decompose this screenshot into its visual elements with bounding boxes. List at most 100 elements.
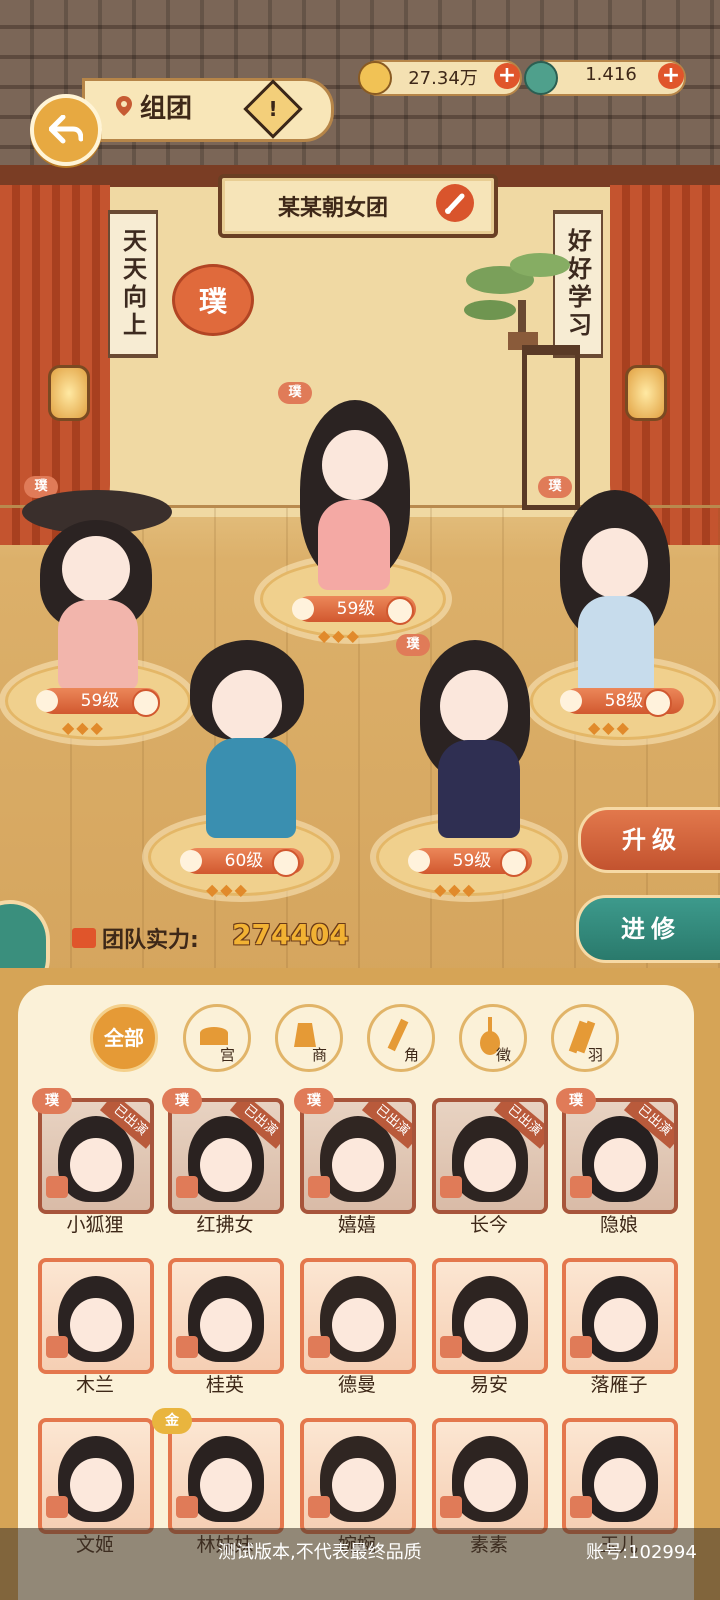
seal-tag: 璞 <box>556 1088 596 1114</box>
filter-all[interactable]: 全部 <box>90 1004 158 1072</box>
roster-card[interactable] <box>300 1258 416 1374</box>
roster-card[interactable] <box>300 1418 416 1534</box>
scroll-left-text: 天天向上 <box>118 228 148 340</box>
character-face <box>212 670 282 742</box>
roster-card[interactable] <box>38 1258 154 1374</box>
character-face <box>440 670 508 742</box>
filter-gong-label: 宫 <box>220 1046 236 1064</box>
roster-card[interactable]: 已出演 <box>38 1098 154 1214</box>
character-robe <box>318 500 390 590</box>
seal-tag: 璞 <box>32 1088 72 1114</box>
filter-yu-label: 羽 <box>588 1046 604 1064</box>
role-icon <box>46 1336 68 1358</box>
portrait-face <box>200 1458 252 1512</box>
roster-card[interactable]: 已出演 <box>432 1098 548 1214</box>
advance-button[interactable]: 进修 <box>576 895 720 963</box>
bell-icon <box>294 1023 316 1047</box>
pipa-icon <box>180 850 202 872</box>
drum-icon <box>200 1027 228 1045</box>
team-name: 某某朝女团 <box>278 196 389 221</box>
star-rating: ◆◆◆ <box>206 880 249 899</box>
role-icon <box>570 1336 592 1358</box>
portrait-face <box>70 1298 122 1352</box>
roster-card[interactable] <box>432 1418 548 1534</box>
role-icon <box>176 1496 198 1518</box>
character-face <box>62 536 130 602</box>
portrait-face <box>594 1458 646 1512</box>
roster-card-name: 长今 <box>469 1214 508 1236</box>
account-id: 账号:102994 <box>586 1542 697 1563</box>
gold-tag: 金 <box>152 1408 192 1434</box>
swap-button[interactable] <box>644 689 672 717</box>
role-icon <box>440 1176 462 1198</box>
star-rating: ◆◆◆ <box>434 880 477 899</box>
character-robe <box>206 738 296 838</box>
roster-card-name: 小狐狸 <box>66 1214 124 1236</box>
role-icon <box>308 1176 330 1198</box>
character-face <box>322 430 388 500</box>
portrait-face <box>70 1138 122 1192</box>
lantern-role-icon <box>36 690 58 712</box>
roster-card-name: 落雁子 <box>590 1374 648 1396</box>
roster-card[interactable] <box>168 1418 284 1534</box>
portrait-face <box>332 1458 384 1512</box>
seal-tag: 璞 <box>538 476 572 498</box>
exclamation-icon: ! <box>268 97 278 121</box>
drum-icon <box>292 598 314 620</box>
back-button[interactable] <box>30 94 102 166</box>
roster-card[interactable]: 已出演 <box>300 1098 416 1214</box>
swap-button[interactable] <box>386 597 414 625</box>
upgrade-button[interactable]: 升级 <box>578 807 720 873</box>
role-icon <box>308 1336 330 1358</box>
roster-card[interactable] <box>562 1258 678 1374</box>
filter-yu[interactable] <box>551 1004 619 1072</box>
role-icon <box>440 1496 462 1518</box>
roster-card[interactable] <box>432 1258 548 1374</box>
portrait-face <box>332 1298 384 1352</box>
build-notice: 测试版本,不代表最终品质 <box>218 1542 422 1563</box>
thumbs-up-icon <box>72 928 96 948</box>
portrait-face <box>464 1298 516 1352</box>
pipa-icon <box>480 1017 500 1055</box>
flute-icon <box>387 1018 409 1052</box>
role-icon <box>570 1496 592 1518</box>
location-pin-icon <box>116 96 132 116</box>
portrait-face <box>332 1138 384 1192</box>
roster-card[interactable]: 已出演 <box>168 1098 284 1214</box>
seal-tag: 璞 <box>278 382 312 404</box>
character-robe <box>578 596 654 696</box>
filter-zhi[interactable] <box>459 1004 527 1072</box>
role-icon <box>440 1336 462 1358</box>
filter-gong[interactable] <box>183 1004 251 1072</box>
roster-card[interactable]: 已出演 <box>562 1098 678 1214</box>
character-face <box>582 528 648 598</box>
portrait-face <box>594 1298 646 1352</box>
swap-button[interactable] <box>132 689 160 717</box>
jade-value: 1.416 <box>585 64 637 85</box>
seal-tag: 璞 <box>294 1088 334 1114</box>
roster-card-name: 桂英 <box>205 1374 244 1396</box>
back-arrow-icon <box>49 115 83 144</box>
team-power-label: 团队实力: <box>102 928 199 953</box>
character-robe <box>438 740 520 838</box>
clapper-icon <box>568 1020 596 1054</box>
role-icon <box>308 1496 330 1518</box>
add-jade-button[interactable]: + <box>658 63 684 89</box>
role-icon <box>46 1176 68 1198</box>
add-coins-button[interactable]: + <box>494 63 520 89</box>
roster-card-name: 易安 <box>469 1374 508 1396</box>
roster-card-name: 嬉嬉 <box>337 1214 376 1236</box>
scroll-left: 天天向上 <box>108 210 158 358</box>
filter-jue[interactable] <box>367 1004 435 1072</box>
character-robe <box>58 600 138 690</box>
roster-card[interactable] <box>38 1418 154 1534</box>
roster-card[interactable] <box>168 1258 284 1374</box>
team-seal-badge: 璞 <box>172 264 254 336</box>
lantern-icon <box>625 365 667 421</box>
swap-button[interactable] <box>272 849 300 877</box>
swap-button[interactable] <box>500 849 528 877</box>
coin-icon <box>358 61 392 95</box>
edit-name-button[interactable] <box>436 184 474 222</box>
roster-card[interactable] <box>562 1418 678 1534</box>
filter-shang[interactable] <box>275 1004 343 1072</box>
